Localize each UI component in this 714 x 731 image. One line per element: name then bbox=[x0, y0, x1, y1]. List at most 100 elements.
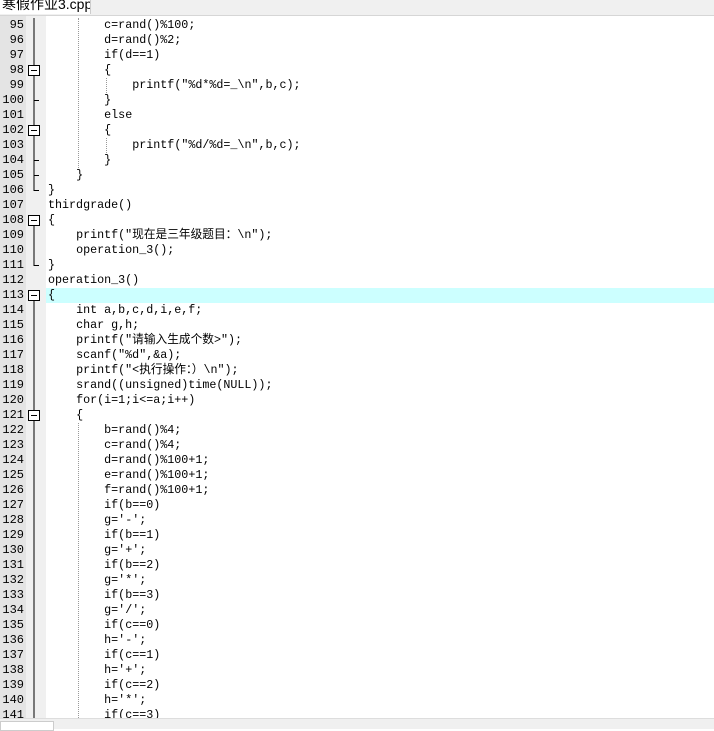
code-text: scanf("%d",&a); bbox=[76, 348, 182, 362]
code-line: 119 srand((unsigned)time(NULL)); bbox=[0, 378, 714, 393]
line-number: 105 bbox=[2, 168, 24, 182]
code-text: srand((unsigned)time(NULL)); bbox=[76, 378, 273, 392]
code-line: 108 { bbox=[0, 213, 714, 228]
line-number: 114 bbox=[2, 303, 24, 317]
line-number: 139 bbox=[2, 678, 24, 692]
code-line: 141 if(c==3) bbox=[0, 708, 714, 718]
code-line: 101 else bbox=[0, 108, 714, 123]
code-text: printf("请输入生成个数>"); bbox=[76, 333, 243, 347]
code-line: 96 d=rand()%2; bbox=[0, 33, 714, 48]
code-text: char g,h; bbox=[76, 318, 140, 332]
code-text: else bbox=[104, 108, 133, 122]
code-text: operation_3(); bbox=[76, 243, 175, 257]
code-text: { bbox=[104, 123, 112, 137]
code-line: 102 { bbox=[0, 123, 714, 138]
line-number: 134 bbox=[2, 603, 24, 617]
code-text: h='*'; bbox=[104, 693, 147, 707]
tab-bar: 寒假作业3.cpp bbox=[0, 0, 714, 16]
line-number: 104 bbox=[2, 153, 24, 167]
code-editor[interactable]: 95 c=rand()%100; 96 d=rand()%2; 97 if(d==1) 98… bbox=[0, 16, 714, 718]
line-number: 102 bbox=[2, 123, 24, 137]
line-number: 117 bbox=[2, 348, 24, 362]
code-text: h='-'; bbox=[104, 633, 147, 647]
code-text: d=rand()%2; bbox=[104, 33, 182, 47]
line-number: 103 bbox=[2, 138, 24, 152]
line-number: 109 bbox=[2, 228, 24, 242]
code-text: if(b==2) bbox=[104, 558, 161, 572]
scrollbar-thumb[interactable] bbox=[0, 721, 54, 731]
code-line: 112 operation_3() bbox=[0, 273, 714, 288]
line-number: 99 bbox=[9, 78, 24, 92]
code-line: 115 char g,h; bbox=[0, 318, 714, 333]
code-text: d=rand()%100+1; bbox=[104, 453, 210, 467]
code-line: 116 printf("请输入生成个数>"); bbox=[0, 333, 714, 348]
code-line: 98 { bbox=[0, 63, 714, 78]
code-text: g='+'; bbox=[104, 543, 147, 557]
line-number: 100 bbox=[2, 93, 24, 107]
line-number: 141 bbox=[2, 708, 24, 718]
line-number: 115 bbox=[2, 318, 24, 332]
code-line: 97 if(d==1) bbox=[0, 48, 714, 63]
code-text: if(c==3) bbox=[104, 708, 161, 718]
code-text: } bbox=[76, 168, 84, 182]
code-line: 135 if(c==0) bbox=[0, 618, 714, 633]
code-line: 103 printf("%d/%d=_\n",b,c); bbox=[0, 138, 714, 153]
code-line: 133 if(b==3) bbox=[0, 588, 714, 603]
line-number: 129 bbox=[2, 528, 24, 542]
code-text: if(b==0) bbox=[104, 498, 161, 512]
code-text: f=rand()%100+1; bbox=[104, 483, 210, 497]
code-text: g='*'; bbox=[104, 573, 147, 587]
code-line: 118 printf("<执行操作：）\n"); bbox=[0, 363, 714, 378]
code-line: 104} bbox=[0, 153, 714, 168]
code-text: h='+'; bbox=[104, 663, 147, 677]
code-line: 128 g='-'; bbox=[0, 513, 714, 528]
code-line: 105} bbox=[0, 168, 714, 183]
code-text: c=rand()%4; bbox=[104, 438, 182, 452]
line-number: 136 bbox=[2, 633, 24, 647]
current-line-highlight bbox=[46, 288, 714, 303]
line-number: 127 bbox=[2, 498, 24, 512]
code-text: } bbox=[48, 258, 56, 272]
code-text: } bbox=[48, 183, 56, 197]
line-number: 131 bbox=[2, 558, 24, 572]
code-line: 131 if(b==2) bbox=[0, 558, 714, 573]
line-number: 133 bbox=[2, 588, 24, 602]
line-number: 122 bbox=[2, 423, 24, 437]
line-number: 119 bbox=[2, 378, 24, 392]
code-text: for(i=1;i<=a;i++) bbox=[76, 393, 196, 407]
code-text: if(b==3) bbox=[104, 588, 161, 602]
code-line: 123 c=rand()%4; bbox=[0, 438, 714, 453]
code-text: { bbox=[76, 408, 84, 422]
code-line: 106} bbox=[0, 183, 714, 198]
line-number: 112 bbox=[2, 273, 24, 287]
code-text: if(c==0) bbox=[104, 618, 161, 632]
code-text: { bbox=[48, 288, 56, 302]
code-text: c=rand()%100; bbox=[104, 18, 196, 32]
code-line: 109 printf("现在是三年级题目：\n"); bbox=[0, 228, 714, 243]
code-line: 99 printf("%d*%d=_\n",b,c); bbox=[0, 78, 714, 93]
code-text: if(c==2) bbox=[104, 678, 161, 692]
horizontal-scrollbar[interactable] bbox=[0, 718, 714, 731]
code-text: thirdgrade() bbox=[48, 198, 133, 212]
code-line: 137 if(c==1) bbox=[0, 648, 714, 663]
code-line: 140 h='*'; bbox=[0, 693, 714, 708]
code-text: operation_3() bbox=[48, 273, 140, 287]
code-line: 95 c=rand()%100; bbox=[0, 18, 714, 33]
line-number: 101 bbox=[2, 108, 24, 122]
line-number: 135 bbox=[2, 618, 24, 632]
code-line: 100} bbox=[0, 93, 714, 108]
line-number: 120 bbox=[2, 393, 24, 407]
line-number: 98 bbox=[9, 63, 24, 77]
line-number: 137 bbox=[2, 648, 24, 662]
tab-file[interactable]: 寒假作业3.cpp bbox=[0, 0, 91, 14]
line-number: 116 bbox=[2, 333, 24, 347]
code-text: if(c==1) bbox=[104, 648, 161, 662]
line-number: 140 bbox=[2, 693, 24, 707]
code-line: 121 { bbox=[0, 408, 714, 423]
code-text: printf("%d*%d=_\n",b,c); bbox=[132, 78, 301, 92]
line-number: 107 bbox=[2, 198, 24, 212]
line-number: 126 bbox=[2, 483, 24, 497]
code-text: } bbox=[104, 93, 112, 107]
current-line: 113 { bbox=[0, 288, 714, 303]
code-line: 127 if(b==0) bbox=[0, 498, 714, 513]
